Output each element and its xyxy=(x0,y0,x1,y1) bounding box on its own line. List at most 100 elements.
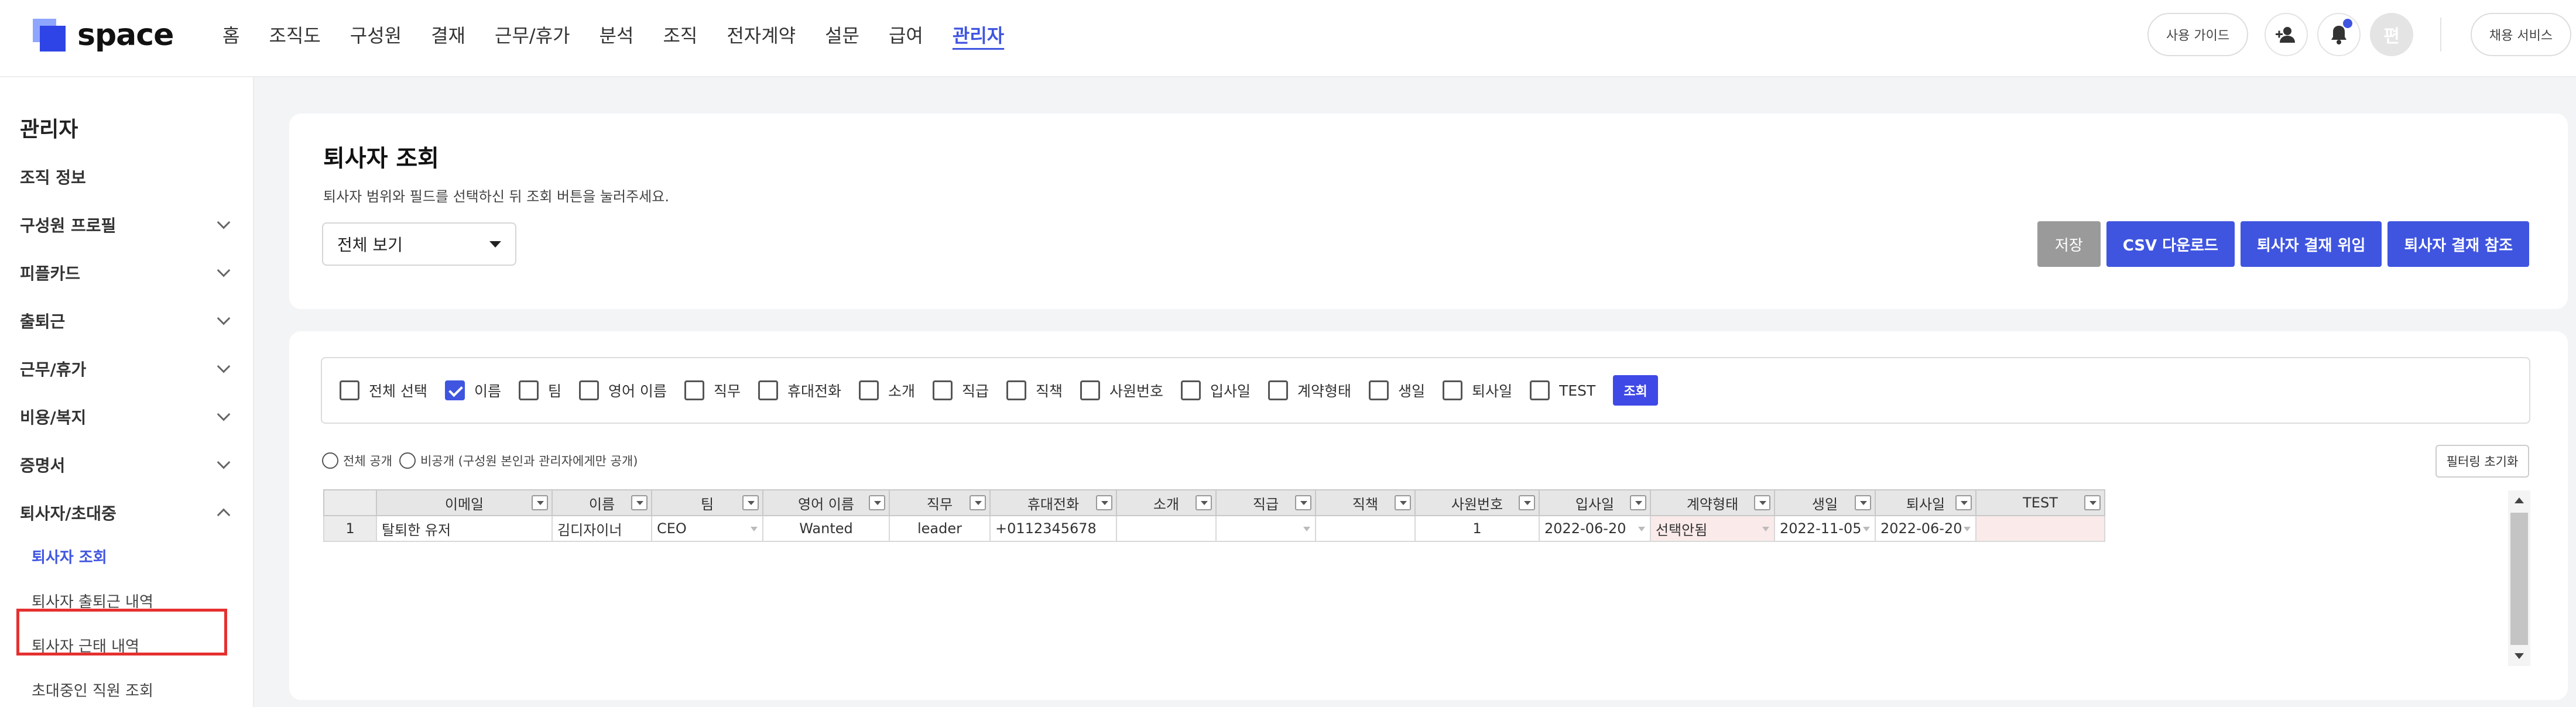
field-option[interactable]: 사원번호 xyxy=(1080,380,1163,401)
table-cell[interactable]: 2022-06-20 xyxy=(1539,515,1651,542)
scroll-thumb[interactable] xyxy=(2510,513,2528,645)
field-checkbox[interactable] xyxy=(444,380,465,400)
filter-dropdown-icon[interactable] xyxy=(1195,495,1212,510)
vertical-scrollbar[interactable] xyxy=(2508,490,2530,666)
column-header[interactable]: 직책 xyxy=(1315,489,1416,516)
sidebar-sub-invited-lookup[interactable]: 초대중인 직원 조회 xyxy=(32,679,153,701)
column-header[interactable]: 영어 이름 xyxy=(762,489,890,516)
filter-dropdown-icon[interactable] xyxy=(869,495,885,510)
filter-dropdown-icon[interactable] xyxy=(1096,495,1112,510)
sidebar-item-expense-welfare[interactable]: 비용/복지 xyxy=(20,399,234,434)
sidebar-item-member-profile[interactable]: 구성원 프로필 xyxy=(20,207,234,242)
sidebar-sub-resigned-time-records[interactable]: 퇴사자 근태 내역 xyxy=(32,634,139,656)
table-cell[interactable] xyxy=(1215,515,1316,542)
nav-organization[interactable]: 조직 xyxy=(663,21,697,48)
filter-dropdown-icon[interactable] xyxy=(1754,495,1770,510)
sidebar-sub-resigned-attendance[interactable]: 퇴사자 출퇴근 내역 xyxy=(32,590,153,612)
field-option[interactable]: 생일 xyxy=(1369,380,1425,401)
table-cell[interactable]: Wanted xyxy=(762,515,890,542)
table-row[interactable]: 1 탈퇴한 유저 김디자이너 CEO Wanted leader +0112345678 1 2… xyxy=(323,515,2105,542)
column-header[interactable]: TEST xyxy=(1975,489,2105,516)
sidebar-item-work-leave[interactable]: 근무/휴가 xyxy=(20,351,234,386)
sidebar-item-org-info[interactable]: 조직 정보 xyxy=(20,159,234,194)
field-option[interactable]: TEST xyxy=(1530,380,1595,400)
sidebar-item-attendance[interactable]: 출퇴근 xyxy=(20,303,234,338)
table-cell[interactable]: +0112345678 xyxy=(989,515,1117,542)
sidebar-item-resigned-invited[interactable]: 퇴사자/초대중 xyxy=(20,495,234,530)
field-option[interactable]: 이름 xyxy=(444,380,501,401)
column-header[interactable]: 직무 xyxy=(889,489,991,516)
field-option[interactable]: 전체 선택 xyxy=(340,380,427,401)
cell-dropdown-icon[interactable] xyxy=(1303,527,1310,531)
field-option[interactable]: 계약형태 xyxy=(1268,380,1351,401)
table-cell[interactable]: 2022-06-20 xyxy=(1875,515,1976,542)
field-option[interactable]: 입사일 xyxy=(1181,380,1251,401)
column-header[interactable]: 생일 xyxy=(1774,489,1876,516)
filter-dropdown-icon[interactable] xyxy=(970,495,986,510)
field-checkbox[interactable] xyxy=(1268,380,1289,400)
filter-dropdown-icon[interactable] xyxy=(1855,495,1871,510)
field-option[interactable]: 직무 xyxy=(684,380,741,401)
nav-members[interactable]: 구성원 xyxy=(350,21,402,48)
table-cell[interactable]: 2022-11-05 xyxy=(1774,515,1876,542)
filter-dropdown-icon[interactable] xyxy=(532,495,548,510)
field-checkbox[interactable] xyxy=(1369,380,1389,400)
field-checkbox[interactable] xyxy=(340,380,359,400)
nav-work-leave[interactable]: 근무/휴가 xyxy=(495,21,570,48)
bell-icon[interactable] xyxy=(2317,13,2361,56)
nav-e-contract[interactable]: 전자계약 xyxy=(727,21,796,48)
public-radio[interactable] xyxy=(322,452,338,469)
table-cell[interactable]: 1 xyxy=(1414,515,1540,542)
add-person-icon[interactable] xyxy=(2265,13,2308,56)
field-option[interactable]: 직책 xyxy=(1006,380,1063,401)
field-option[interactable]: 소개 xyxy=(858,380,915,401)
filter-dropdown-icon[interactable] xyxy=(2084,495,2101,510)
nav-survey[interactable]: 설문 xyxy=(825,21,859,48)
column-header[interactable]: 소개 xyxy=(1116,489,1217,516)
cell-dropdown-icon[interactable] xyxy=(1638,527,1645,531)
column-header[interactable]: 이메일 xyxy=(376,489,553,516)
nav-admin[interactable]: 관리자 xyxy=(953,21,1004,48)
table-cell[interactable] xyxy=(1315,515,1416,542)
field-option[interactable]: 영어 이름 xyxy=(578,380,667,401)
field-option[interactable]: 휴대전화 xyxy=(758,380,841,401)
field-option[interactable]: 팀 xyxy=(518,380,561,401)
scroll-down-icon[interactable] xyxy=(2515,653,2524,659)
search-button[interactable]: 조회 xyxy=(1613,375,1658,406)
space-logo[interactable]: space xyxy=(33,18,174,53)
user-guide-button[interactable]: 사용 가이드 xyxy=(2147,13,2248,56)
table-cell[interactable] xyxy=(1975,515,2105,542)
column-header[interactable]: 직급 xyxy=(1215,489,1316,516)
nav-org-chart[interactable]: 조직도 xyxy=(269,21,320,48)
field-checkbox[interactable] xyxy=(578,380,599,400)
sidebar-item-certificate[interactable]: 증명서 xyxy=(20,447,234,482)
sidebar-item-people-card[interactable]: 피플카드 xyxy=(20,255,234,290)
reference-approval-button[interactable]: 퇴사자 결재 참조 xyxy=(2387,221,2529,267)
scope-select[interactable]: 전체 보기 xyxy=(322,222,516,266)
private-radio[interactable] xyxy=(399,452,416,469)
avatar[interactable]: 편 xyxy=(2370,13,2413,56)
field-checkbox[interactable] xyxy=(1006,380,1026,400)
field-checkbox[interactable] xyxy=(1530,380,1550,400)
filter-dropdown-icon[interactable] xyxy=(1295,495,1311,510)
cell-dropdown-icon[interactable] xyxy=(1863,527,1870,531)
column-header[interactable]: 휴대전화 xyxy=(989,489,1117,516)
cell-dropdown-icon[interactable] xyxy=(1762,527,1769,531)
nav-payroll[interactable]: 급여 xyxy=(889,21,923,48)
scroll-up-icon[interactable] xyxy=(2515,497,2524,503)
filter-dropdown-icon[interactable] xyxy=(631,495,648,510)
column-header[interactable]: 입사일 xyxy=(1539,489,1651,516)
filter-reset-button[interactable]: 필터링 초기화 xyxy=(2435,445,2529,478)
filter-dropdown-icon[interactable] xyxy=(1630,495,1646,510)
nav-approval[interactable]: 결재 xyxy=(431,21,465,48)
field-checkbox[interactable] xyxy=(932,380,953,400)
field-option[interactable]: 직급 xyxy=(932,380,989,401)
nav-analytics[interactable]: 분석 xyxy=(600,21,634,48)
cell-dropdown-icon[interactable] xyxy=(751,527,758,531)
cell-dropdown-icon[interactable] xyxy=(1964,527,1971,531)
field-checkbox[interactable] xyxy=(518,380,539,400)
field-checkbox[interactable] xyxy=(758,380,778,400)
field-checkbox[interactable] xyxy=(858,380,879,400)
field-checkbox[interactable] xyxy=(684,380,704,400)
table-cell[interactable]: CEO xyxy=(651,515,763,542)
